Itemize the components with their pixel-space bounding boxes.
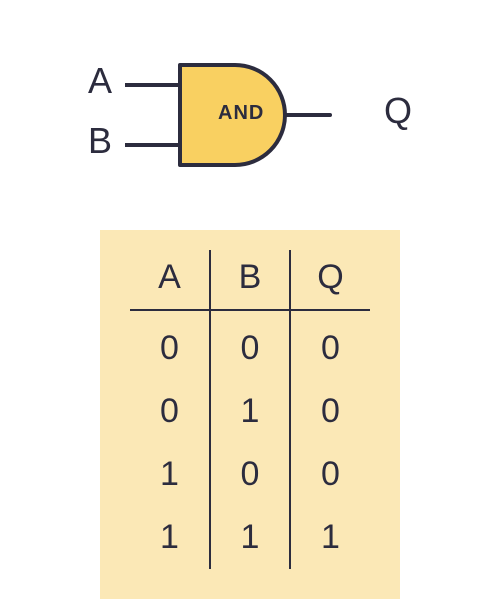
col-header-a: A bbox=[130, 250, 210, 310]
gate-label: AND bbox=[218, 102, 264, 125]
input-label-a: A bbox=[88, 60, 112, 102]
cell: 1 bbox=[290, 506, 370, 569]
table-row: 0 1 0 bbox=[130, 380, 370, 443]
cell: 1 bbox=[210, 380, 290, 443]
cell: 1 bbox=[210, 506, 290, 569]
cell: 1 bbox=[130, 443, 210, 506]
cell: 0 bbox=[210, 443, 290, 506]
truth-table-grid: A B Q 0 0 0 0 1 0 1 0 0 1 1 bbox=[130, 250, 370, 569]
cell: 1 bbox=[130, 506, 210, 569]
cell: 0 bbox=[290, 310, 370, 380]
and-gate-diagram: A B Q AND bbox=[80, 50, 420, 190]
cell: 0 bbox=[210, 310, 290, 380]
cell: 0 bbox=[290, 443, 370, 506]
table-header-row: A B Q bbox=[130, 250, 370, 310]
cell: 0 bbox=[290, 380, 370, 443]
truth-table: A B Q 0 0 0 0 1 0 1 0 0 1 1 bbox=[100, 230, 400, 599]
table-body: 0 0 0 0 1 0 1 0 0 1 1 1 bbox=[130, 310, 370, 569]
output-label-q: Q bbox=[384, 90, 412, 132]
table-row: 0 0 0 bbox=[130, 310, 370, 380]
table-row: 1 0 0 bbox=[130, 443, 370, 506]
input-label-b: B bbox=[88, 120, 112, 162]
cell: 0 bbox=[130, 310, 210, 380]
cell: 0 bbox=[130, 380, 210, 443]
table-row: 1 1 1 bbox=[130, 506, 370, 569]
col-header-b: B bbox=[210, 250, 290, 310]
col-header-q: Q bbox=[290, 250, 370, 310]
